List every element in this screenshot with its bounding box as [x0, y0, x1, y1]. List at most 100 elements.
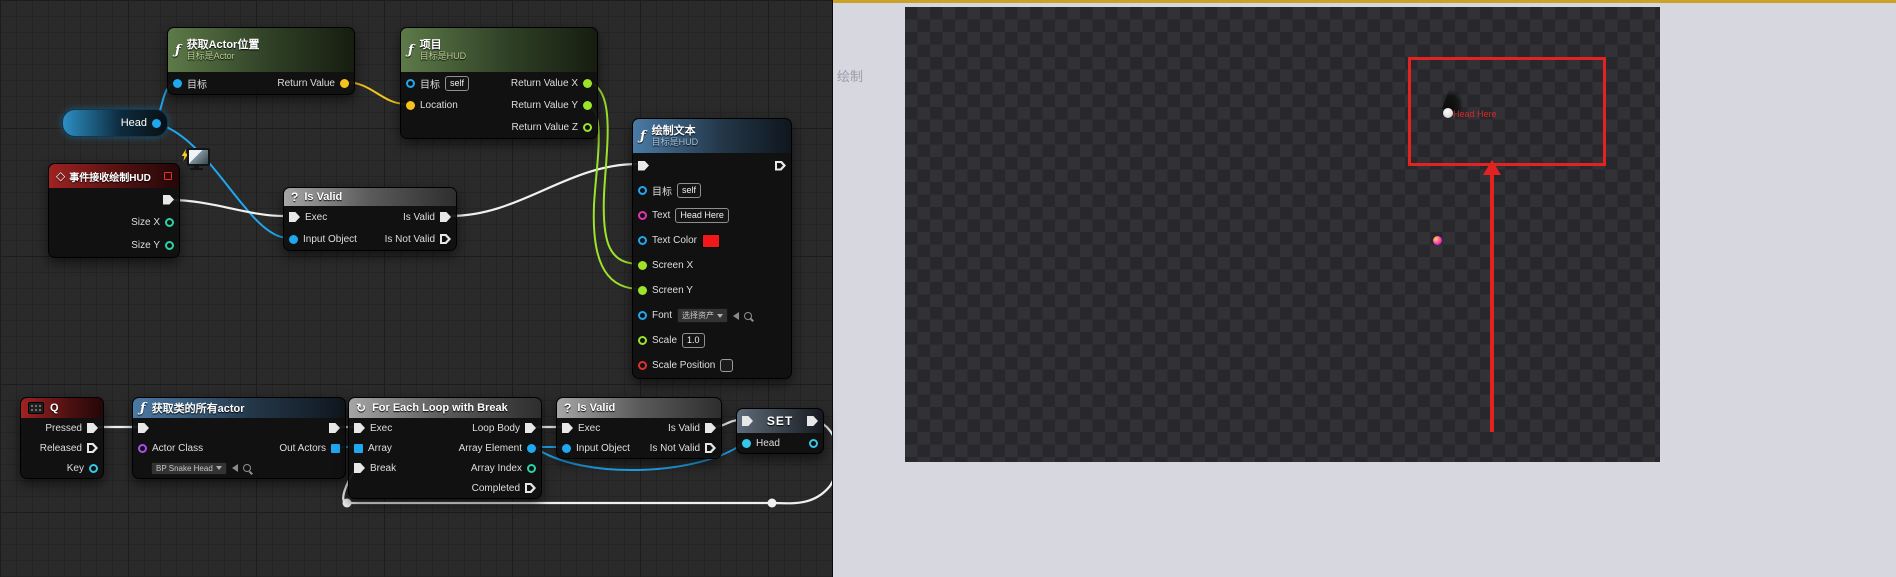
- node-input-key-q[interactable]: Q Pressed Released Key: [20, 397, 104, 479]
- is-not-valid-out-pin[interactable]: [705, 443, 716, 453]
- node-get-all-actors-of-class[interactable]: ƒ 获取类的所有actor Actor Class Out Actors BP …: [132, 397, 346, 479]
- screen-x-pin[interactable]: [638, 261, 647, 270]
- reroute-node[interactable]: [343, 499, 352, 508]
- text-color-pin[interactable]: [638, 236, 647, 245]
- function-icon: ƒ: [408, 43, 414, 58]
- actor-class-dropdown[interactable]: BP Snake Head: [151, 462, 227, 475]
- question-icon: ?: [564, 401, 571, 415]
- panel-top-accent: [833, 0, 1896, 3]
- reroute-node[interactable]: [768, 499, 777, 508]
- location-pin[interactable]: [406, 101, 415, 110]
- blueprint-graph-canvas[interactable]: ƒ 获取Actor位置 目标是Actor 目标 Return Value ƒ 项…: [0, 0, 833, 577]
- exec-out-pin[interactable]: [329, 423, 340, 433]
- exec-out-pin[interactable]: [807, 416, 818, 426]
- node-get-head-variable[interactable]: Head: [62, 109, 168, 137]
- node-subtitle: 目标是Actor: [187, 51, 260, 61]
- actor-class-pin[interactable]: [138, 444, 147, 453]
- function-icon: ƒ: [140, 401, 146, 416]
- annotation-arrow-head: [1483, 160, 1501, 175]
- sprite-viewport[interactable]: Head Here: [905, 7, 1660, 462]
- target-pin[interactable]: [406, 79, 415, 88]
- input-object-pin[interactable]: [562, 444, 571, 453]
- text-pin[interactable]: [638, 211, 647, 220]
- back-arrow-icon[interactable]: [232, 464, 238, 472]
- node-title: 绘制文本: [652, 125, 699, 138]
- font-asset-dropdown[interactable]: 选择资产: [677, 308, 728, 323]
- out-actors-pin[interactable]: [331, 444, 340, 453]
- break-pin[interactable]: [354, 463, 365, 473]
- snake-head-sprite[interactable]: [1443, 108, 1453, 118]
- question-icon: ?: [291, 190, 298, 204]
- wire-exec-event-isvalid[interactable]: [170, 200, 283, 216]
- node-title: 获取类的所有actor: [152, 400, 245, 416]
- app-window: ƒ 获取Actor位置 目标是Actor 目标 Return Value ƒ 项…: [0, 0, 1896, 577]
- set-label: SET: [767, 414, 793, 428]
- target-pin[interactable]: [638, 186, 647, 195]
- delegate-pin[interactable]: [164, 172, 172, 180]
- array-element-pin[interactable]: [527, 444, 536, 453]
- node-get-actor-location[interactable]: ƒ 获取Actor位置 目标是Actor 目标 Return Value: [167, 27, 355, 95]
- is-valid-out-pin[interactable]: [705, 423, 716, 433]
- faint-background-label: 绘制: [837, 66, 863, 85]
- wire-exec-isvalid-drawtext[interactable]: [448, 164, 638, 216]
- head-in-pin[interactable]: [742, 439, 751, 448]
- scale-pin[interactable]: [638, 336, 647, 345]
- scale-value-field[interactable]: 1.0: [682, 333, 705, 348]
- node-set-head[interactable]: SET Head: [736, 408, 824, 454]
- text-value-field[interactable]: Head Here: [675, 208, 729, 223]
- exec-in-pin[interactable]: [138, 423, 149, 433]
- is-not-valid-out-pin[interactable]: [440, 234, 451, 244]
- scale-position-checkbox[interactable]: [720, 359, 733, 372]
- editor-hud-preview-icon: [181, 148, 207, 172]
- head-output-pin[interactable]: [152, 119, 161, 128]
- released-pin[interactable]: [87, 443, 98, 453]
- head-out-pin[interactable]: [809, 439, 818, 448]
- exec-in-pin[interactable]: [742, 416, 753, 426]
- screen-y-pin[interactable]: [638, 286, 647, 295]
- return-value-x-pin[interactable]: [583, 79, 592, 88]
- back-arrow-icon[interactable]: [733, 312, 739, 320]
- color-swatch[interactable]: [702, 234, 720, 248]
- target-pin[interactable]: [173, 79, 182, 88]
- annotation-rectangle: [1408, 57, 1606, 166]
- loop-body-pin[interactable]: [525, 423, 536, 433]
- scale-position-pin[interactable]: [638, 361, 647, 370]
- exec-out-pin[interactable]: [775, 161, 786, 171]
- node-title: Q: [50, 402, 59, 414]
- node-title: For Each Loop with Break: [372, 402, 508, 414]
- node-project[interactable]: ƒ 项目 目标是HUD 目标self Return Value X Locati…: [400, 27, 598, 139]
- node-is-valid-bottom[interactable]: ? Is Valid Exec Is Valid Input Object Is…: [556, 397, 722, 459]
- magnifier-icon[interactable]: [243, 464, 251, 472]
- node-title: 事件接收绘制HUD: [69, 169, 151, 184]
- return-value-pin[interactable]: [340, 79, 349, 88]
- exec-in-pin[interactable]: [562, 423, 573, 433]
- key-pin[interactable]: [89, 464, 98, 473]
- is-valid-out-pin[interactable]: [440, 212, 451, 222]
- head-here-text: Head Here: [1453, 109, 1497, 119]
- completed-pin[interactable]: [525, 483, 536, 493]
- array-pin[interactable]: [354, 444, 363, 453]
- return-value-y-pin[interactable]: [583, 101, 592, 110]
- variable-name: Head: [121, 117, 147, 129]
- target-self-field[interactable]: self: [677, 183, 701, 198]
- chevron-down-icon: [717, 314, 723, 318]
- size-y-pin[interactable]: [165, 241, 174, 250]
- node-for-each-loop-with-break[interactable]: ↻ For Each Loop with Break Exec Loop Bod…: [348, 397, 542, 499]
- exec-out-pin[interactable]: [163, 195, 174, 205]
- size-x-pin[interactable]: [165, 218, 174, 227]
- exec-in-pin[interactable]: [289, 212, 300, 222]
- target-self-field[interactable]: self: [445, 76, 469, 91]
- node-event-receive-draw-hud[interactable]: ◇ 事件接收绘制HUD Size X Size Y: [48, 163, 180, 258]
- magnifier-icon[interactable]: [744, 312, 752, 320]
- food-sprite[interactable]: [1433, 236, 1442, 245]
- input-object-pin[interactable]: [289, 235, 298, 244]
- game-preview-panel: 绘制 Head Here: [833, 0, 1896, 577]
- pressed-pin[interactable]: [87, 423, 98, 433]
- exec-in-pin[interactable]: [638, 161, 649, 171]
- array-index-pin[interactable]: [527, 464, 536, 473]
- exec-in-pin[interactable]: [354, 423, 365, 433]
- font-pin[interactable]: [638, 311, 647, 320]
- node-is-valid-top[interactable]: ? Is Valid Exec Is Valid Input Object Is…: [283, 187, 457, 251]
- return-value-z-pin[interactable]: [583, 123, 592, 132]
- node-draw-text[interactable]: ƒ 绘制文本 目标是HUD 目标self TextHead Here Text …: [632, 118, 792, 379]
